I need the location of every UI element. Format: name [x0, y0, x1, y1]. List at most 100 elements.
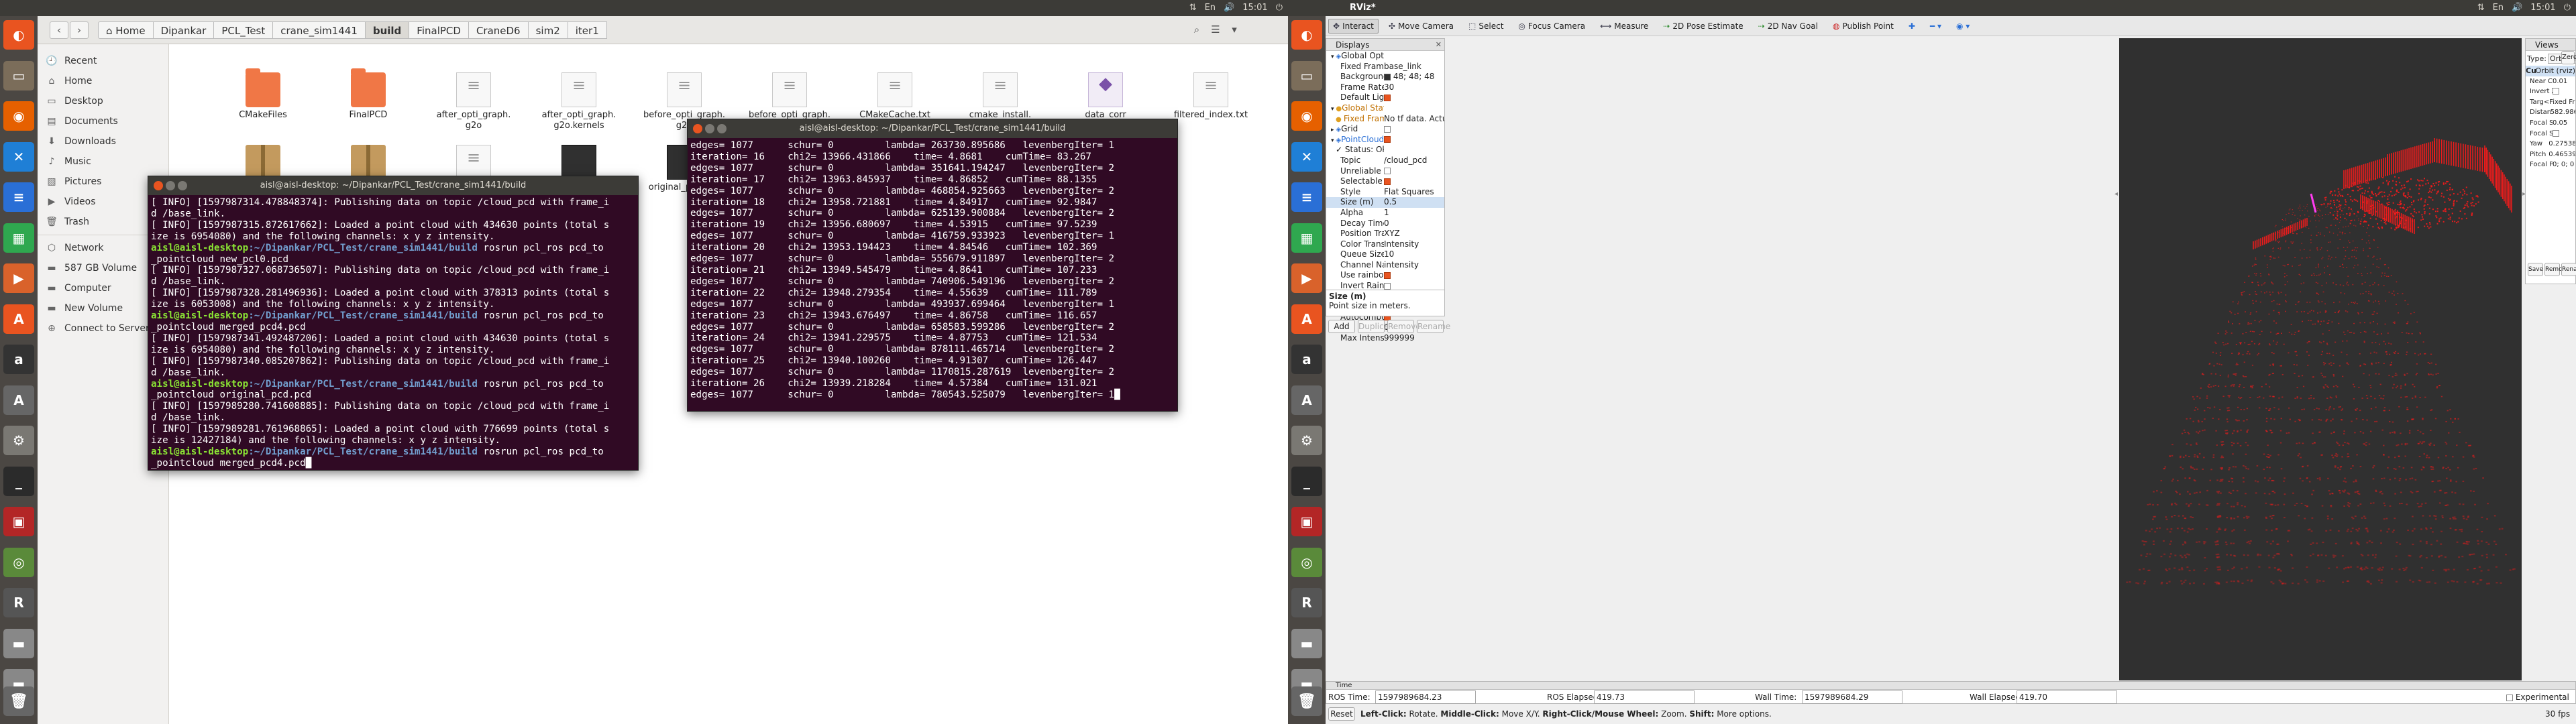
- breadcrumb-crane_sim1441[interactable]: crane_sim1441: [273, 21, 366, 39]
- checkbox[interactable]: [2553, 129, 2559, 137]
- terminal-titlebar[interactable]: aisl@aisl-desktop: ~/Dipankar/PCL_Test/c…: [688, 119, 1177, 138]
- sidebar-item-downloads[interactable]: ⬇ Downloads: [38, 131, 168, 152]
- remove-view-button[interactable]: Remove: [2544, 263, 2570, 276]
- volume-icon[interactable]: 🔊: [1224, 3, 1234, 13]
- view-property-row[interactable]: Focal Shap...: [2526, 129, 2575, 139]
- files-icon[interactable]: ▭: [1291, 60, 1322, 90]
- property-value[interactable]: 0.5: [1384, 197, 1444, 208]
- trash-icon[interactable]: 🗑: [1291, 686, 1322, 716]
- power-icon[interactable]: ⏻: [1276, 3, 1283, 13]
- view-property-row[interactable]: Target Fra...<Fixed Frame>: [2526, 97, 2575, 108]
- power-icon[interactable]: ⏻: [2564, 3, 2571, 13]
- property-value[interactable]: 0: [1384, 219, 1444, 229]
- drive-icon[interactable]: ▬: [1291, 628, 1322, 658]
- checkbox[interactable]: [1384, 168, 1391, 175]
- file-item[interactable]: filtered_index.txt: [1161, 72, 1261, 121]
- rviz-icon[interactable]: R: [3, 588, 34, 617]
- point-cloud-render[interactable]: [2119, 38, 2522, 680]
- sidebar-item-music[interactable]: ♪ Music: [38, 152, 168, 172]
- checkbox[interactable]: [1384, 125, 1391, 133]
- file-item[interactable]: data_corr: [1055, 72, 1156, 121]
- breadcrumb-pcl_test[interactable]: PCL_Test: [214, 21, 274, 39]
- tool-measure[interactable]: ⟷ Measure: [1595, 19, 1653, 34]
- file-item[interactable]: CMakeFiles: [213, 68, 313, 121]
- system-tray[interactable]: ⇅ En 🔊 15:01 ⏻: [1189, 3, 1283, 13]
- wall-time-field[interactable]: 1597989684.29: [1802, 690, 1902, 704]
- view-property-row[interactable]: Invert Z Axis: [2526, 86, 2575, 97]
- view-property-row[interactable]: Focal Shap...0.05: [2526, 118, 2575, 129]
- property-value[interactable]: [1384, 135, 1444, 145]
- forward-button[interactable]: ›: [70, 21, 89, 39]
- update-icon[interactable]: A: [1291, 385, 1322, 415]
- impress-icon[interactable]: ▶: [1291, 263, 1322, 293]
- remove-display-button[interactable]: Remove: [1387, 320, 1421, 333]
- property-value[interactable]: 48; 48; 48: [1384, 72, 1444, 82]
- property-value[interactable]: base_link: [1384, 62, 1444, 72]
- reset-button[interactable]: Reset: [1328, 707, 1355, 721]
- view-property-row[interactable]: Near Clip ...0.01: [2526, 76, 2575, 87]
- back-button[interactable]: ‹: [50, 21, 68, 39]
- display-row[interactable]: Fixed Framebase_link: [1326, 62, 1444, 72]
- sidebar-item-documents[interactable]: ▤ Documents: [38, 111, 168, 131]
- files-icon[interactable]: ▭: [3, 60, 34, 90]
- property-value[interactable]: /cloud_pcd: [1384, 156, 1444, 166]
- display-row[interactable]: Alpha 1: [1326, 208, 1444, 219]
- property-value[interactable]: No tf data. Actual erro...: [1384, 114, 1444, 125]
- tool-select[interactable]: ⬚ Select: [1464, 19, 1508, 34]
- writer-icon[interactable]: ≡: [3, 182, 34, 212]
- property-value[interactable]: [1384, 51, 1444, 62]
- screenshot-icon[interactable]: ▣: [1291, 507, 1322, 536]
- terminal-titlebar[interactable]: aisl@aisl-desktop: ~/Dipankar/PCL_Test/c…: [148, 176, 638, 195]
- impress-icon[interactable]: ▶: [3, 263, 34, 293]
- amazon-icon[interactable]: a: [3, 345, 34, 374]
- close-icon[interactable]: [154, 181, 163, 190]
- property-value[interactable]: intensity: [1384, 260, 1444, 271]
- add-display-button[interactable]: Add: [1328, 320, 1355, 333]
- tool-2d-nav-goal[interactable]: ⇢ 2D Nav Goal: [1754, 19, 1823, 34]
- display-row[interactable]: ▾ ◈Global Options: [1326, 51, 1444, 62]
- checkbox[interactable]: [2506, 694, 2513, 701]
- checkbox[interactable]: [1384, 94, 1391, 101]
- settings-icon[interactable]: ⚙: [1291, 426, 1322, 455]
- calc-icon[interactable]: ▦: [3, 223, 34, 253]
- display-row[interactable]: ▸ ◈Grid: [1326, 124, 1444, 135]
- firefox-icon[interactable]: ◉: [1291, 101, 1322, 131]
- breadcrumb-iter1[interactable]: iter1: [568, 21, 607, 39]
- checkbox[interactable]: [1384, 178, 1391, 185]
- display-row[interactable]: Frame Rate 30: [1326, 82, 1444, 93]
- property-value[interactable]: [1384, 93, 1444, 103]
- current-view-row[interactable]: Current ViewOrbit (rviz): [2526, 66, 2575, 76]
- settings-icon[interactable]: ⚙: [3, 426, 34, 455]
- minimize-icon[interactable]: [166, 181, 175, 190]
- maximize-icon[interactable]: [717, 124, 727, 133]
- duplicate-display-button[interactable]: Duplicate: [1358, 320, 1397, 333]
- display-row[interactable]: Background Color 48; 48; 48: [1326, 72, 1444, 82]
- 3d-viewport[interactable]: [2119, 38, 2522, 680]
- tool-2d-pose-estimate[interactable]: ⇢ 2D Pose Estimate: [1658, 19, 1748, 34]
- screenshot-icon[interactable]: ▣: [3, 507, 34, 536]
- property-value[interactable]: 10: [1384, 249, 1444, 260]
- breadcrumb-dipankar[interactable]: Dipankar: [153, 21, 215, 39]
- display-row[interactable]: Style Flat Squares: [1326, 187, 1444, 198]
- display-row[interactable]: Decay Time 0: [1326, 219, 1444, 229]
- ubuntu-dash-icon[interactable]: ◐: [1291, 20, 1322, 50]
- rviz-icon[interactable]: R: [1291, 588, 1322, 617]
- camera-icon[interactable]: ◎: [3, 547, 34, 577]
- display-row[interactable]: ▾ ●Global Status: W...: [1326, 103, 1444, 114]
- display-row[interactable]: ● Fixed FrameNo tf data. Actual erro...: [1326, 114, 1444, 125]
- rename-view-button[interactable]: Rename: [2561, 263, 2576, 276]
- experimental-checkbox[interactable]: Experimental: [2506, 690, 2569, 704]
- file-item[interactable]: FinalPCD: [318, 68, 419, 121]
- volume-icon[interactable]: 🔊: [2512, 3, 2522, 13]
- system-tray[interactable]: ⇅ En 🔊 15:01 ⏻: [2477, 3, 2571, 13]
- file-item[interactable]: CMakeCache.txt: [845, 72, 945, 121]
- property-value[interactable]: [1384, 103, 1444, 114]
- add-tool-icon[interactable]: ✚: [1904, 19, 1920, 34]
- firefox-icon[interactable]: ◉: [3, 101, 34, 131]
- update-icon[interactable]: A: [3, 385, 34, 415]
- tool-publish-point[interactable]: ◍ Publish Point: [1828, 19, 1898, 34]
- vscode-icon[interactable]: ✕: [1291, 141, 1322, 172]
- terminal-window-1[interactable]: aisl@aisl-desktop: ~/Dipankar/PCL_Test/c…: [148, 176, 639, 471]
- vscode-icon[interactable]: ✕: [3, 141, 34, 172]
- display-row[interactable]: Queue Size 10: [1326, 249, 1444, 260]
